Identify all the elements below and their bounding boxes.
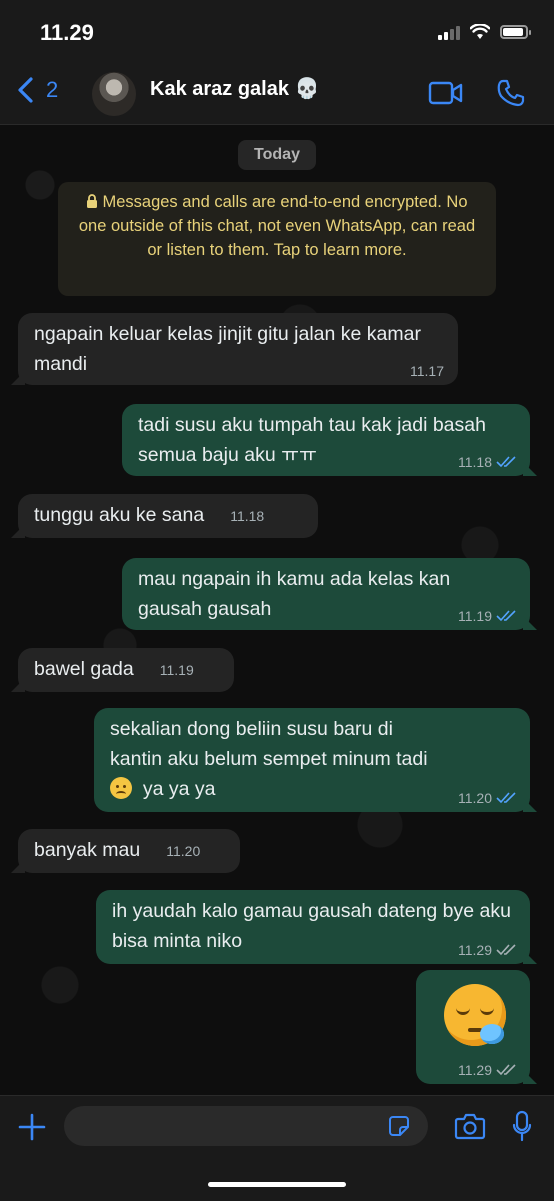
contact-name[interactable]: Kak araz galak 💀 — [150, 76, 319, 101]
message-text: ngapain keluar kelas jinjit gitu jalan k… — [34, 323, 421, 375]
chat-header: 2 Kak araz galak 💀 — [0, 62, 554, 125]
double-check-icon — [496, 792, 516, 804]
message-text: tadi susu aku tumpah tau kak jadi basah … — [138, 414, 486, 466]
double-check-icon — [496, 456, 516, 468]
message-text: bawel gada — [34, 658, 134, 680]
status-time: 11.29 — [40, 20, 94, 45]
message-text-line: kantin aku belum sempet minum tadi — [110, 748, 428, 770]
message-outgoing[interactable]: ih yaudah kalo gamau gausah dateng bye a… — [96, 890, 530, 964]
double-check-icon — [496, 944, 516, 956]
frowning-face-icon — [110, 777, 132, 799]
message-field[interactable] — [64, 1106, 428, 1146]
message-time: 11.18 — [230, 508, 265, 524]
message-time: 11.17 — [410, 363, 444, 379]
wifi-icon — [470, 24, 490, 39]
sticker-icon[interactable] — [388, 1115, 410, 1137]
message-outgoing[interactable]: sekalian dong beliin susu baru di kantin… — [94, 708, 530, 812]
double-check-icon — [496, 610, 516, 622]
message-time: 11.20 — [166, 843, 201, 859]
message-outgoing[interactable]: tadi susu aku tumpah tau kak jadi basah … — [122, 404, 530, 476]
camera-icon[interactable] — [454, 1112, 486, 1140]
message-text-line: ya ya ya — [142, 778, 216, 800]
message-incoming[interactable]: tunggu aku ke sana 11.18 — [18, 494, 318, 538]
unread-count: 2 — [46, 77, 59, 102]
plus-icon[interactable] — [17, 1112, 47, 1142]
message-text: tunggu aku ke sana — [34, 504, 205, 526]
message-text: banyak mau — [34, 839, 141, 861]
back-button[interactable]: 2 — [16, 76, 58, 104]
message-time: 11.19 — [458, 608, 516, 624]
message-text-line: sekalian dong beliin susu baru di — [110, 718, 393, 740]
message-text: ih yaudah kalo gamau gausah dateng bye a… — [112, 900, 511, 952]
double-check-icon — [496, 1064, 516, 1076]
message-incoming[interactable]: ngapain keluar kelas jinjit gitu jalan k… — [18, 313, 458, 385]
date-separator: Today — [238, 140, 316, 170]
contact-avatar[interactable] — [92, 72, 136, 116]
input-bar — [0, 1095, 554, 1201]
battery-icon — [500, 25, 531, 39]
message-time: 11.20 — [458, 790, 516, 806]
cellular-signal-icon — [438, 24, 460, 40]
message-incoming[interactable]: banyak mau 11.20 — [18, 829, 240, 873]
video-call-icon[interactable] — [428, 80, 464, 106]
home-indicator[interactable] — [208, 1182, 346, 1187]
phone-call-icon[interactable] — [496, 78, 526, 108]
message-outgoing[interactable]: mau ngapain ih kamu ada kelas kan gausah… — [122, 558, 530, 630]
message-time: 11.18 — [458, 454, 516, 470]
microphone-icon[interactable] — [512, 1110, 532, 1142]
encryption-text: Messages and calls are end-to-end encryp… — [78, 193, 476, 259]
sleepy-face-icon — [444, 984, 506, 1046]
status-bar: 11.29 — [0, 0, 554, 62]
encryption-notice[interactable]: Messages and calls are end-to-end encryp… — [58, 182, 496, 296]
lock-icon — [87, 194, 98, 208]
message-time: 11.29 — [458, 1062, 516, 1078]
message-outgoing-emoji[interactable]: 11.29 — [416, 970, 530, 1084]
status-icons — [438, 24, 531, 40]
message-time: 11.19 — [159, 662, 194, 678]
back-chevron-icon — [18, 77, 33, 103]
chat-area[interactable]: Today Messages and calls are end-to-end … — [0, 125, 554, 1095]
message-text: mau ngapain ih kamu ada kelas kan gausah… — [138, 568, 451, 620]
message-incoming[interactable]: bawel gada 11.19 — [18, 648, 234, 692]
message-input[interactable] — [64, 1106, 396, 1144]
message-time: 11.29 — [458, 942, 516, 958]
